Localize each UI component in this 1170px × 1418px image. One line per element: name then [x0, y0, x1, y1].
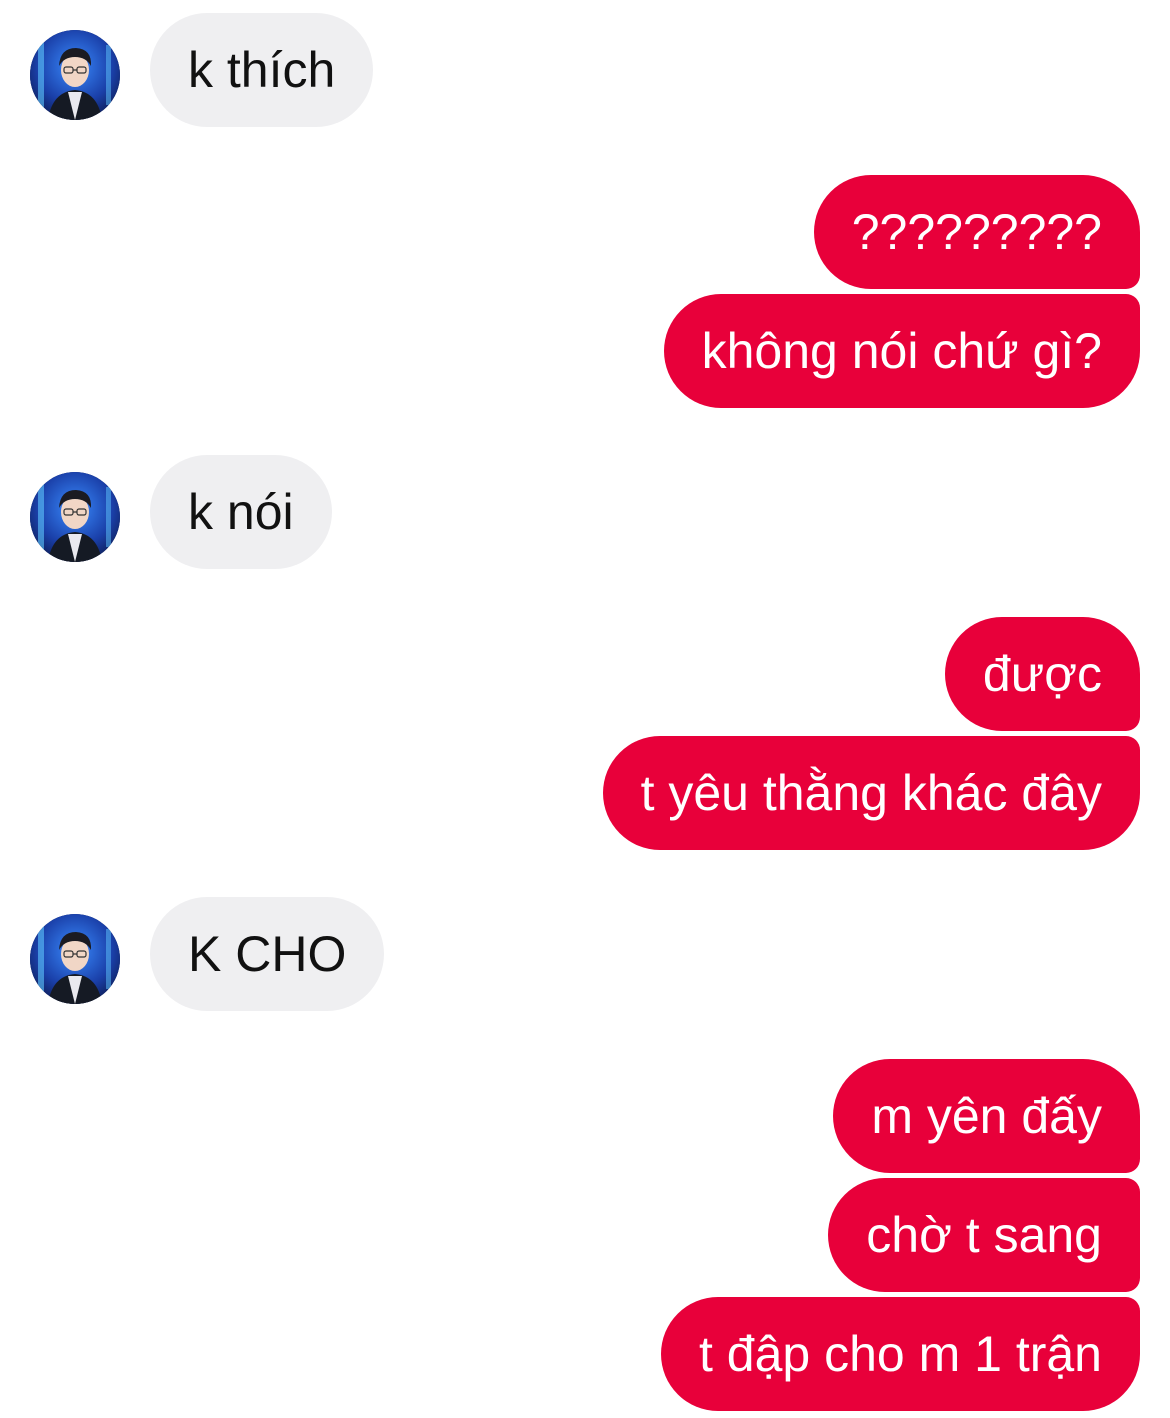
message-text: chờ t sang [866, 1207, 1102, 1263]
message-bubble-incoming[interactable]: k thích [150, 13, 374, 127]
message-text: t yêu thằng khác đây [640, 765, 1102, 821]
message-bubble-incoming[interactable]: K CHO [150, 897, 385, 1011]
contact-avatar[interactable] [30, 472, 120, 562]
message-text: không nói chứ gì? [701, 323, 1102, 379]
message-bubble-outgoing[interactable]: m yên đấy [833, 1059, 1140, 1173]
profile-photo-avatar-icon [30, 472, 120, 562]
message-text: t đập cho m 1 trận [698, 1326, 1102, 1382]
message-text: K CHO [188, 926, 347, 982]
message-text: k thích [188, 42, 336, 98]
contact-avatar[interactable] [30, 30, 120, 120]
message-text: ????????? [851, 204, 1102, 260]
message-text: được [982, 646, 1102, 702]
message-bubble-outgoing[interactable]: ????????? [813, 175, 1140, 289]
message-text: m yên đấy [871, 1088, 1102, 1144]
message-bubble-outgoing[interactable]: chờ t sang [828, 1178, 1140, 1292]
message-bubble-outgoing[interactable]: t đập cho m 1 trận [660, 1297, 1140, 1411]
message-bubble-outgoing[interactable]: được [944, 617, 1140, 731]
contact-avatar[interactable] [30, 914, 120, 1004]
profile-photo-avatar-icon [30, 30, 120, 120]
message-bubble-outgoing[interactable]: không nói chứ gì? [663, 294, 1140, 408]
message-text: k nói [188, 484, 294, 540]
message-bubble-incoming[interactable]: k nói [150, 455, 332, 569]
message-bubble-outgoing[interactable]: t yêu thằng khác đây [602, 736, 1140, 850]
profile-photo-avatar-icon [30, 914, 120, 1004]
